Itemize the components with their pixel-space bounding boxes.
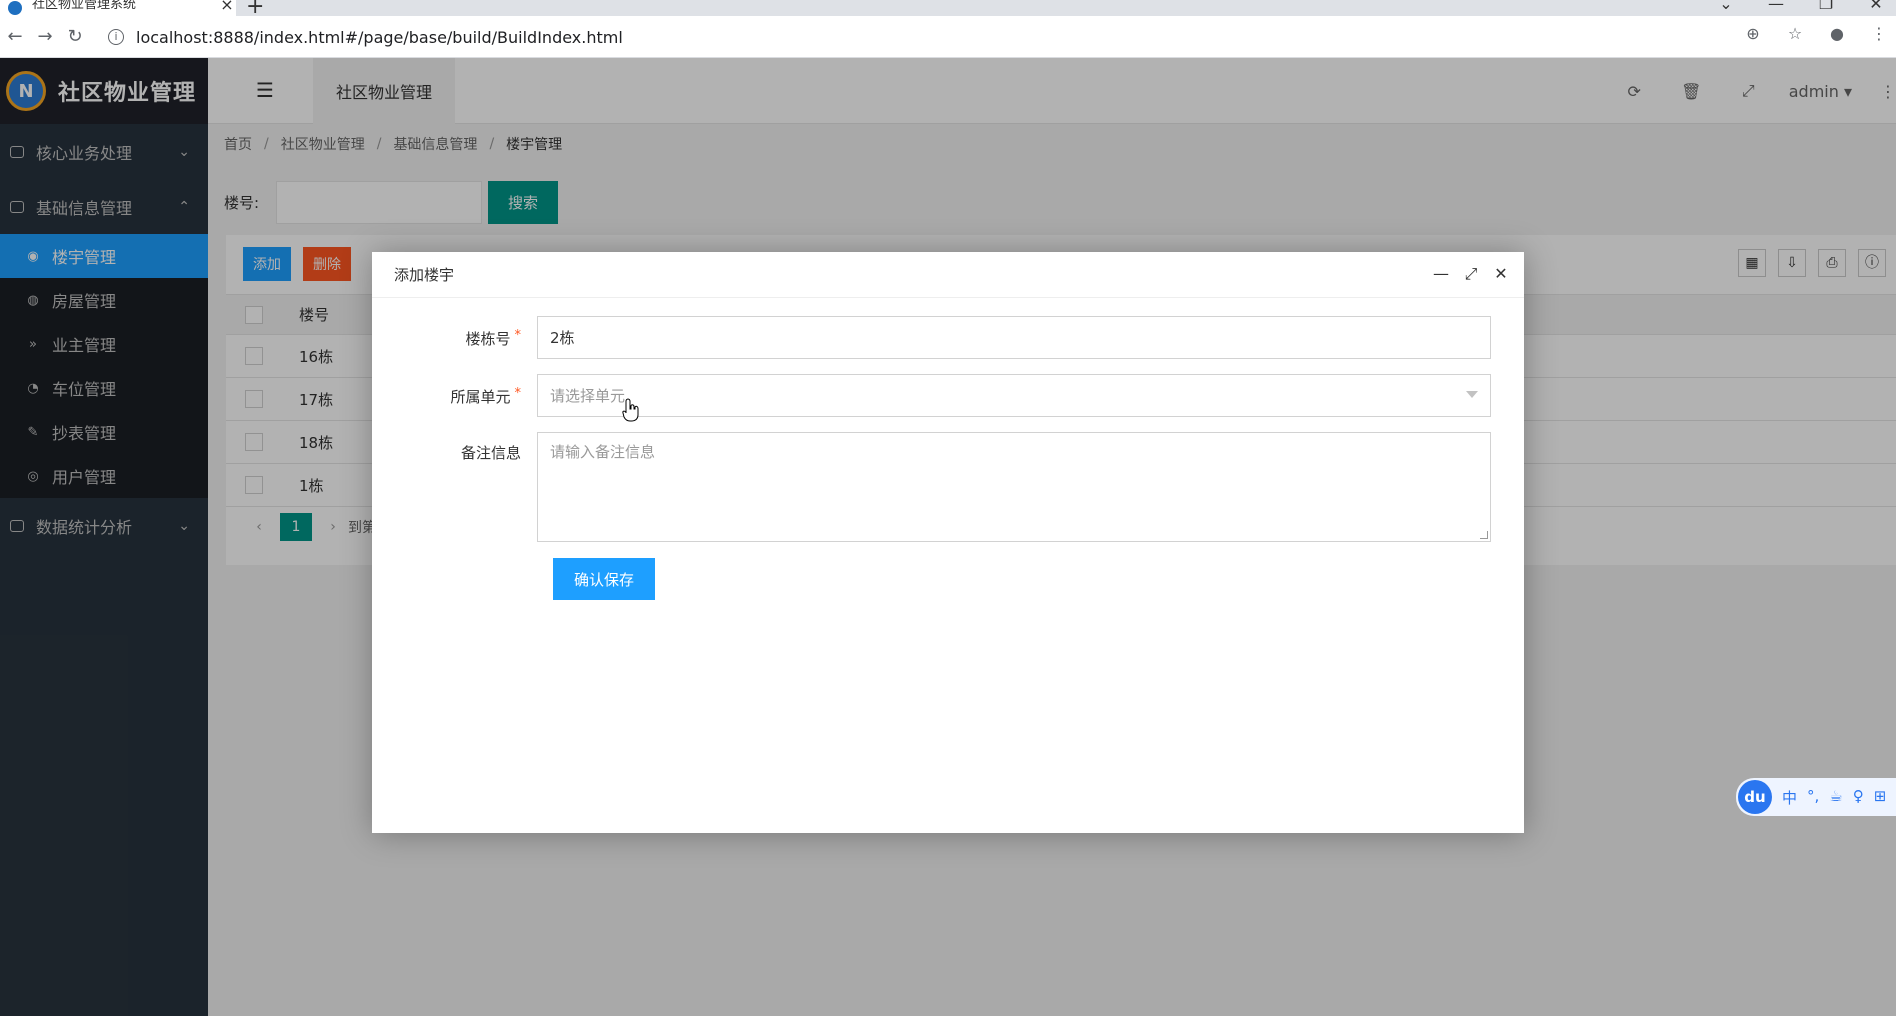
back-icon[interactable]: ← xyxy=(0,26,30,47)
add-building-dialog: 添加楼宇 — ⤢ ✕ 楼栋号 * 2栋 所属单元 * 请选择单元 备注信息 请输入备… xyxy=(372,252,1524,833)
note-textarea[interactable]: 请输入备注信息 xyxy=(537,432,1491,542)
address-actions: ⊕ ☆ ● ⋮ xyxy=(1742,24,1896,43)
zoom-icon[interactable]: ⊕ xyxy=(1742,24,1764,43)
building-label-text: 楼栋号 xyxy=(465,330,511,348)
form-row-note: 备注信息 请输入备注信息 xyxy=(372,432,1491,542)
resize-handle-icon[interactable] xyxy=(1480,531,1488,539)
app-favicon-icon xyxy=(8,1,22,15)
window-controls: ⌄ — ❐ ✕ xyxy=(1716,0,1896,13)
note-placeholder: 请输入备注信息 xyxy=(550,443,656,461)
form-row-unit: 所属单元 * 请选择单元 xyxy=(372,374,1491,417)
window-close-icon[interactable]: ✕ xyxy=(1866,0,1886,13)
minimize-icon[interactable]: — xyxy=(1766,0,1786,13)
building-label: 楼栋号 * xyxy=(372,316,537,349)
close-icon[interactable]: ✕ xyxy=(1492,264,1510,284)
building-number-input[interactable]: 2栋 xyxy=(537,316,1491,359)
required-mark: * xyxy=(514,386,522,401)
hand-cursor-icon xyxy=(622,398,639,422)
dialog-title: 添加楼宇 xyxy=(394,266,455,284)
url-field[interactable]: i localhost:8888/index.html#/page/base/b… xyxy=(96,22,1796,52)
save-button[interactable]: 确认保存 xyxy=(553,558,655,600)
required-mark: * xyxy=(514,328,522,343)
browser-menu-icon[interactable]: ⋮ xyxy=(1868,24,1890,43)
note-label: 备注信息 xyxy=(372,432,537,463)
bookmark-star-icon[interactable]: ☆ xyxy=(1784,24,1806,43)
browser-tabstrip: 社区物业管理系统 × + ⌄ — ❐ ✕ xyxy=(0,0,1896,19)
site-info-icon[interactable]: i xyxy=(108,29,124,45)
forward-icon[interactable]: → xyxy=(30,26,60,47)
dropdown-caret-icon xyxy=(1466,391,1478,398)
unit-label-text: 所属单元 xyxy=(450,388,511,406)
ime-toolbar: du 中 °, ☕ ♀ ⊞ xyxy=(1736,778,1896,816)
ime-toolbox-icon[interactable]: ⊞ xyxy=(1874,787,1887,808)
browser-tab[interactable]: 社区物业管理系统 × xyxy=(0,0,236,16)
address-bar: ← → ↻ i localhost:8888/index.html#/page/… xyxy=(0,16,1896,58)
minimize-icon[interactable]: — xyxy=(1432,264,1450,284)
url-text[interactable]: localhost:8888/index.html#/page/base/bui… xyxy=(136,28,623,47)
dialog-controls: — ⤢ ✕ xyxy=(1432,264,1510,284)
unit-select[interactable]: 请选择单元 xyxy=(537,374,1491,417)
ime-user-icon[interactable]: ♀ xyxy=(1853,787,1864,808)
reload-icon[interactable]: ↻ xyxy=(60,26,90,47)
restore-icon[interactable]: ❐ xyxy=(1816,0,1836,13)
note-label-text: 备注信息 xyxy=(460,444,521,462)
form-row-building: 楼栋号 * 2栋 xyxy=(372,316,1491,359)
ime-skin-icon[interactable]: ☕ xyxy=(1829,787,1842,808)
tab-close-icon[interactable]: × xyxy=(218,0,236,13)
unit-select-placeholder: 请选择单元 xyxy=(550,387,626,405)
tab-title: 社区物业管理系统 xyxy=(32,0,137,11)
ime-items: 中 °, ☕ ♀ ⊞ xyxy=(1782,787,1886,808)
ime-logo-icon[interactable]: du xyxy=(1738,780,1772,814)
ime-chinese-mode[interactable]: 中 xyxy=(1782,787,1797,808)
unit-label: 所属单元 * xyxy=(372,374,537,407)
profile-icon[interactable]: ● xyxy=(1826,24,1848,43)
dialog-header: 添加楼宇 — ⤢ ✕ xyxy=(372,252,1524,298)
ime-punctuation-icon[interactable]: °, xyxy=(1807,787,1819,808)
profile-menu-icon[interactable]: ⌄ xyxy=(1716,0,1736,13)
maximize-icon[interactable]: ⤢ xyxy=(1462,264,1480,284)
